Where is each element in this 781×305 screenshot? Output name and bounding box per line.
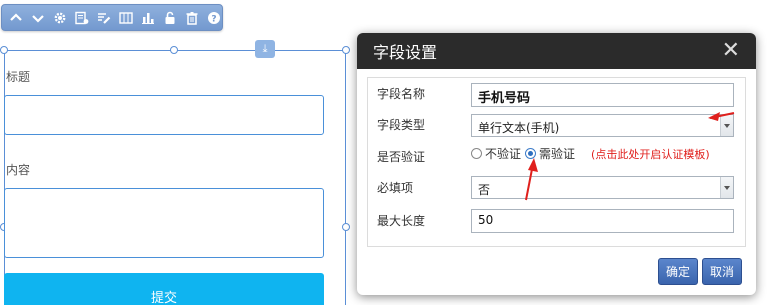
field-toolbar: ?	[1, 4, 223, 31]
radio-label: 不验证	[485, 147, 522, 161]
resize-handle[interactable]	[342, 223, 350, 231]
title-input[interactable]	[4, 95, 324, 135]
required-label: 必填项	[377, 181, 414, 195]
max-length-input[interactable]: 50	[471, 209, 734, 233]
validation-hint-link[interactable]: (点击此处开启认证模板)	[591, 146, 710, 162]
resize-handle[interactable]	[0, 46, 8, 54]
dialog-header: 字段设置 ✕	[357, 33, 756, 69]
radio-icon[interactable]	[471, 148, 482, 159]
unlock-icon[interactable]	[161, 9, 178, 26]
resize-handle[interactable]	[170, 46, 178, 54]
field-type-label: 字段类型	[377, 118, 426, 132]
submit-button[interactable]: 提交	[4, 273, 324, 305]
required-value: 否	[478, 183, 491, 197]
radio-require-validation[interactable]: 需验证	[525, 145, 575, 162]
chevron-down-icon[interactable]	[720, 177, 733, 198]
form-design-area: ⤓ 标题 内容 提交	[0, 40, 355, 305]
radio-label: 需验证	[539, 147, 576, 161]
field-name-input[interactable]: 手机号码	[471, 83, 734, 107]
cancel-button[interactable]: 取消	[701, 258, 742, 285]
download-icon[interactable]: ⤓	[255, 40, 275, 58]
field-settings-icon[interactable]	[74, 9, 91, 26]
radio-checked-icon[interactable]	[525, 148, 537, 159]
svg-text:?: ?	[211, 14, 216, 24]
columns-icon[interactable]	[118, 9, 135, 26]
move-up-icon[interactable]	[8, 9, 25, 26]
field-label-title: 标题	[6, 70, 31, 84]
required-select[interactable]: 否	[471, 176, 734, 199]
move-down-icon[interactable]	[30, 9, 47, 26]
content-textarea[interactable]	[4, 188, 324, 258]
selection-outline	[4, 50, 346, 305]
delete-icon[interactable]	[183, 9, 200, 26]
field-settings-dialog: 字段设置 ✕ 字段名称 手机号码 字段类型 单行文本(手机) 是否验证 不验证 …	[357, 33, 756, 295]
bar-chart-icon[interactable]	[139, 9, 156, 26]
radio-no-validation[interactable]: 不验证	[471, 145, 521, 162]
settings-form: 字段名称 手机号码 字段类型 单行文本(手机) 是否验证 不验证 需验证 (点击…	[367, 77, 746, 247]
field-label-content: 内容	[6, 163, 31, 177]
field-name-label: 字段名称	[377, 87, 426, 101]
edit-icon[interactable]	[96, 9, 113, 26]
confirm-button[interactable]: 确定	[657, 258, 698, 285]
max-length-label: 最大长度	[377, 214, 426, 228]
field-type-select[interactable]: 单行文本(手机)	[471, 114, 734, 137]
close-icon[interactable]: ✕	[722, 40, 740, 62]
validation-label: 是否验证	[377, 150, 426, 164]
field-type-value: 单行文本(手机)	[478, 121, 560, 135]
dialog-title: 字段设置	[373, 43, 438, 62]
chevron-down-icon[interactable]	[720, 115, 733, 136]
resize-handle[interactable]	[342, 46, 350, 54]
settings-icon[interactable]	[52, 9, 69, 26]
help-icon[interactable]: ?	[205, 9, 222, 26]
validation-radio-group: 不验证 需验证 (点击此处开启认证模板)	[471, 145, 710, 162]
